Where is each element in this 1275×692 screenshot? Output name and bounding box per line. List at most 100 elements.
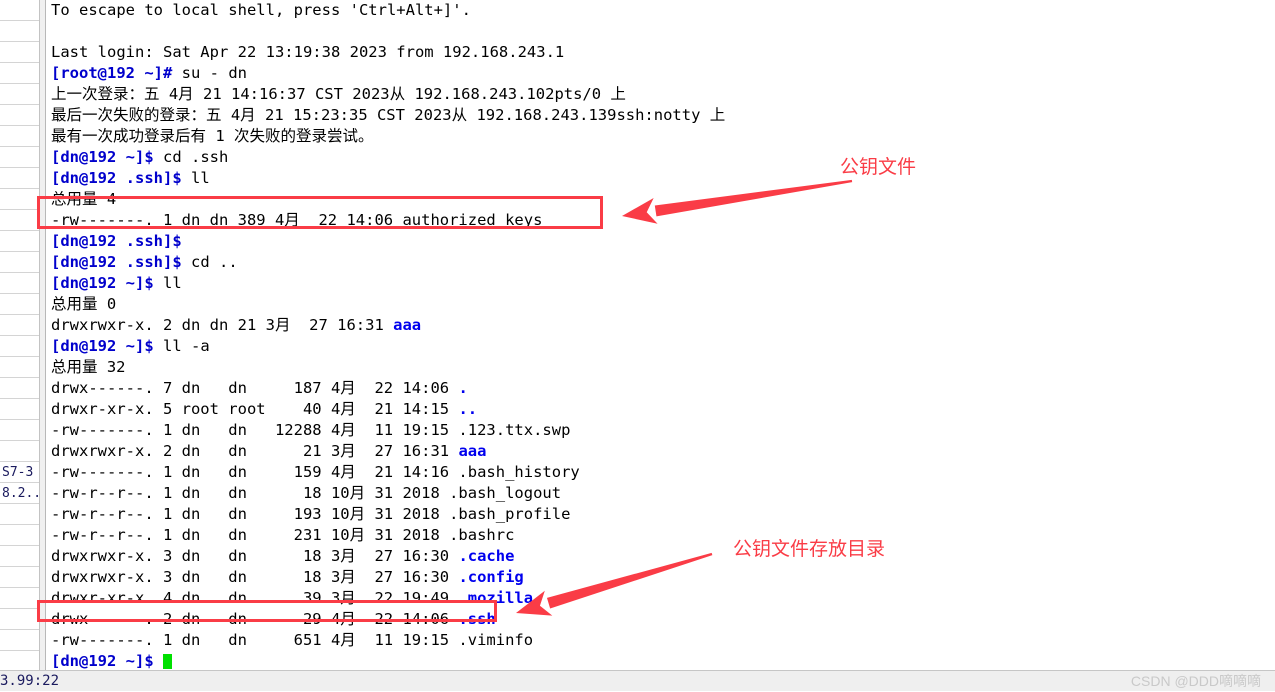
terminal-line: -rw-r--r--. 1 dn dn 231 10月 31 2018 .bas…: [47, 525, 1275, 546]
session-tree-item-empty[interactable]: [0, 0, 39, 21]
session-tree-item-empty[interactable]: [0, 315, 39, 336]
terminal-line: -rw-------. 1 dn dn 389 4月 22 14:06 auth…: [47, 210, 1275, 231]
terminal-line: 最有一次成功登录后有 1 次失败的登录尝试。: [47, 126, 1275, 147]
csdn-watermark: CSDN @DDD嘀嘀嘀: [1130, 673, 1261, 689]
shell-prompt: [dn@192 ~]$: [51, 337, 154, 355]
session-tree-item-empty[interactable]: [0, 189, 39, 210]
terminal-text: drwxrwxr-x. 3 dn dn 18 3月 27 16:30: [51, 547, 459, 565]
session-tree-item-empty[interactable]: [0, 504, 39, 525]
terminal-line: [root@192 ~]# su - dn: [47, 63, 1275, 84]
terminal-text: 总用量 32: [51, 358, 126, 376]
session-tree-item-empty[interactable]: [0, 441, 39, 462]
terminal-text: 上一次登录：五 4月 21 14:16:37 CST 2023从 192.168…: [51, 85, 626, 103]
directory-name: aaa: [458, 442, 487, 460]
status-bar-left-text: 3.99:22: [0, 673, 60, 689]
session-tree-item-empty[interactable]: [0, 105, 39, 126]
terminal-line: [dn@192 .ssh]$ cd ..: [47, 252, 1275, 273]
terminal-text: ll: [153, 274, 182, 292]
terminal-text: drwxrwxr-x. 2 dn dn 21 3月 27 16:31: [51, 442, 459, 460]
terminal-line: [dn@192 ~]$ ll -a: [47, 336, 1275, 357]
terminal-line: drwx------. 7 dn dn 187 4月 22 14:06 .: [47, 378, 1275, 399]
session-tree-item-empty[interactable]: [0, 525, 39, 546]
terminal-text: drwxrwxr-x. 3 dn dn 18 3月 27 16:30: [51, 568, 459, 586]
session-tree-item-empty[interactable]: [0, 168, 39, 189]
terminal-line-list: To escape to local shell, press 'Ctrl+Al…: [47, 0, 1275, 670]
session-tree-item-empty[interactable]: [0, 252, 39, 273]
terminal-line: [dn@192 .ssh]$ ll: [47, 168, 1275, 189]
session-tree-item-empty[interactable]: [0, 210, 39, 231]
directory-name: .ssh: [458, 610, 496, 628]
panel-divider[interactable]: [40, 0, 46, 670]
terminal-cursor: [163, 654, 172, 669]
session-tree-item-empty[interactable]: [0, 567, 39, 588]
directory-name: .mozilla: [458, 589, 534, 607]
terminal-line: drwx------. 2 dn dn 29 4月 22 14:06 .ssh: [47, 609, 1275, 630]
session-tree-item-empty[interactable]: [0, 546, 39, 567]
session-tree-list[interactable]: S7-38.2...: [0, 0, 39, 670]
terminal-text: drwxr-xr-x. 5 root root 40 4月 21 14:15: [51, 400, 459, 418]
terminal-line: -rw-r--r--. 1 dn dn 18 10月 31 2018 .bash…: [47, 483, 1275, 504]
shell-prompt: [dn@192 ~]$: [51, 274, 154, 292]
terminal-text: 最有一次成功登录后有 1 次失败的登录尝试。: [51, 127, 374, 145]
shell-prompt: [dn@192 .ssh]$: [51, 253, 182, 271]
terminal-text: su - dn: [172, 64, 247, 82]
terminal-text: ll: [181, 169, 210, 187]
terminal-text: 最后一次失败的登录：五 4月 21 15:23:35 CST 2023从 192…: [51, 106, 726, 124]
terminal-line: 总用量 32: [47, 357, 1275, 378]
terminal-line: [dn@192 ~]$: [47, 651, 1275, 670]
session-tree-item-empty[interactable]: [0, 378, 39, 399]
session-tree-item-empty[interactable]: [0, 21, 39, 42]
terminal-line: drwxr-xr-x. 4 dn dn 39 3月 22 19:49 .mozi…: [47, 588, 1275, 609]
shell-prompt: [root@192 ~]#: [51, 64, 173, 82]
terminal-text: -rw-------. 1 dn dn 159 4月 21 14:16 .bas…: [51, 463, 580, 481]
session-tree-item-empty[interactable]: [0, 630, 39, 651]
terminal-line: -rw-------. 1 dn dn 12288 4月 11 19:15 .1…: [47, 420, 1275, 441]
terminal-output[interactable]: To escape to local shell, press 'Ctrl+Al…: [47, 0, 1275, 670]
session-tree-item-empty[interactable]: [0, 399, 39, 420]
terminal-text: 总用量 4: [51, 190, 117, 208]
shell-prompt: [dn@192 ~]$: [51, 652, 154, 670]
terminal-text: -rw-r--r--. 1 dn dn 231 10月 31 2018 .bas…: [51, 526, 515, 544]
session-tree-item-empty[interactable]: [0, 231, 39, 252]
session-tree-item-empty[interactable]: [0, 294, 39, 315]
terminal-line: 总用量 4: [47, 189, 1275, 210]
terminal-text: cd .ssh: [153, 148, 229, 166]
shell-prompt: [dn@192 .ssh]$: [51, 232, 182, 250]
session-tree-item-empty[interactable]: [0, 42, 39, 63]
terminal-line: Last login: Sat Apr 22 13:19:38 2023 fro…: [47, 42, 1275, 63]
session-tree-item-empty[interactable]: [0, 651, 39, 670]
terminal-line: -rw-r--r--. 1 dn dn 193 10月 31 2018 .bas…: [47, 504, 1275, 525]
session-tree-item-empty[interactable]: [0, 357, 39, 378]
session-tree-item-empty[interactable]: [0, 126, 39, 147]
terminal-line: -rw-------. 1 dn dn 651 4月 11 19:15 .vim…: [47, 630, 1275, 651]
terminal-text: 总用量 0: [51, 295, 117, 313]
terminal-line: drwxrwxr-x. 2 dn dn 21 3月 27 16:31 aaa: [47, 315, 1275, 336]
session-tree-item-empty[interactable]: [0, 420, 39, 441]
session-tree-item-empty[interactable]: [0, 609, 39, 630]
screenshot-root: S7-38.2... To escape to local shell, pre…: [0, 0, 1275, 691]
session-tree-item-empty[interactable]: [0, 147, 39, 168]
session-tree-item-empty[interactable]: [0, 336, 39, 357]
terminal-text: -rw-------. 1 dn dn 651 4月 11 19:15 .vim…: [51, 631, 534, 649]
terminal-text: drwxr-xr-x. 4 dn dn 39 3月 22 19:49: [51, 589, 459, 607]
directory-name: aaa: [393, 316, 422, 334]
session-tree-item-empty[interactable]: [0, 84, 39, 105]
terminal-line: -rw-------. 1 dn dn 159 4月 21 14:16 .bas…: [47, 462, 1275, 483]
session-tree-item[interactable]: S7-3: [0, 462, 39, 483]
status-bar: 3.99:22 CSDN @DDD嘀嘀嘀: [0, 670, 1275, 691]
session-tree-item-empty[interactable]: [0, 273, 39, 294]
terminal-text: ll -a: [153, 337, 210, 355]
terminal-text: To escape to local shell, press 'Ctrl+Al…: [51, 1, 471, 19]
session-tree-panel[interactable]: S7-38.2...: [0, 0, 40, 670]
session-tree-item[interactable]: 8.2...: [0, 483, 39, 504]
terminal-line: [dn@192 .ssh]$: [47, 231, 1275, 252]
session-tree-item-empty[interactable]: [0, 63, 39, 84]
terminal-text: drwx------. 7 dn dn 187 4月 22 14:06: [51, 379, 459, 397]
terminal-text: -rw-------. 1 dn dn 12288 4月 11 19:15 .1…: [51, 421, 571, 439]
terminal-text: -rw-r--r--. 1 dn dn 193 10月 31 2018 .bas…: [51, 505, 571, 523]
terminal-text: drwx------. 2 dn dn 29 4月 22 14:06: [51, 610, 459, 628]
terminal-line: To escape to local shell, press 'Ctrl+Al…: [47, 0, 1275, 21]
directory-name: .cache: [458, 547, 515, 565]
session-tree-item-empty[interactable]: [0, 588, 39, 609]
